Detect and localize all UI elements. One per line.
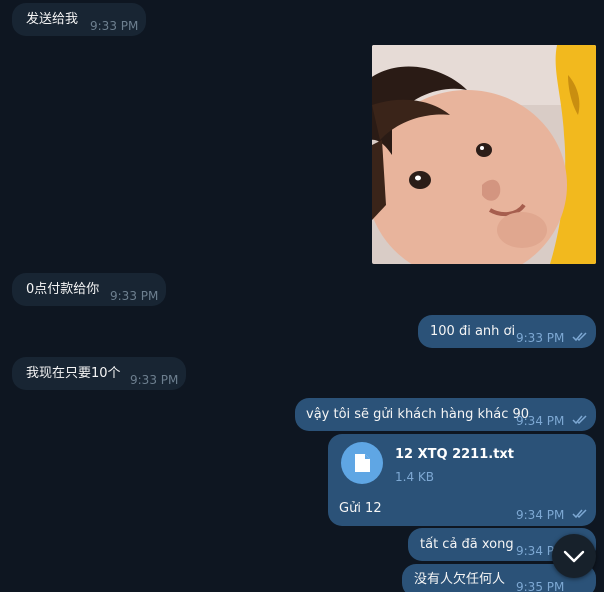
message-text: 我现在只要10个 bbox=[26, 366, 121, 381]
message-text: tất cả đã xong bbox=[420, 537, 514, 552]
file-size: 1.4 KB bbox=[395, 470, 434, 484]
document-glyph bbox=[355, 454, 370, 472]
read-checks-icon bbox=[572, 509, 587, 519]
incoming-message[interactable]: 我现在只要10个 9:33 PM bbox=[12, 357, 186, 390]
message-text: 没有人欠任何人 bbox=[414, 572, 506, 587]
file-caption: Gửi 12 bbox=[339, 501, 382, 516]
photo-message[interactable] bbox=[372, 45, 596, 264]
read-checks-icon bbox=[572, 332, 587, 342]
incoming-message[interactable]: 发送给我 9:33 PM bbox=[12, 3, 146, 36]
message-text: vậy tôi sẽ gửi khách hàng khác 90 bbox=[306, 407, 530, 422]
file-name[interactable]: 12 XTQ 2211.txt bbox=[395, 447, 514, 462]
message-time: 9:35 PM bbox=[516, 580, 565, 592]
read-checks-icon bbox=[572, 415, 587, 425]
message-time: 9:33 PM bbox=[90, 19, 139, 33]
outgoing-message[interactable]: vậy tôi sẽ gửi khách hàng khác 90 9:34 P… bbox=[295, 398, 596, 431]
message-time: 9:33 PM bbox=[110, 289, 159, 303]
scroll-to-bottom-button[interactable] bbox=[552, 534, 596, 578]
chat-history[interactable]: 发送给我 9:33 PM 0点付款给你 9:33 PM 100 đi anh ơ… bbox=[0, 0, 604, 592]
toddler-face-photo bbox=[372, 45, 596, 264]
message-time: 9:34 PM bbox=[516, 508, 565, 522]
message-time: 9:33 PM bbox=[130, 373, 179, 387]
incoming-message[interactable]: 0点付款给你 9:33 PM bbox=[12, 273, 166, 306]
message-time: 9:33 PM bbox=[516, 331, 565, 345]
message-time: 9:34 PM bbox=[516, 414, 565, 428]
message-text: 发送给我 bbox=[26, 12, 79, 27]
message-text: 100 đi anh ơi bbox=[430, 324, 516, 339]
document-icon[interactable] bbox=[341, 442, 383, 484]
outgoing-message[interactable]: 100 đi anh ơi 9:33 PM bbox=[418, 315, 596, 348]
chevron-down-icon bbox=[563, 550, 585, 563]
message-text: 0点付款给你 bbox=[26, 282, 100, 297]
